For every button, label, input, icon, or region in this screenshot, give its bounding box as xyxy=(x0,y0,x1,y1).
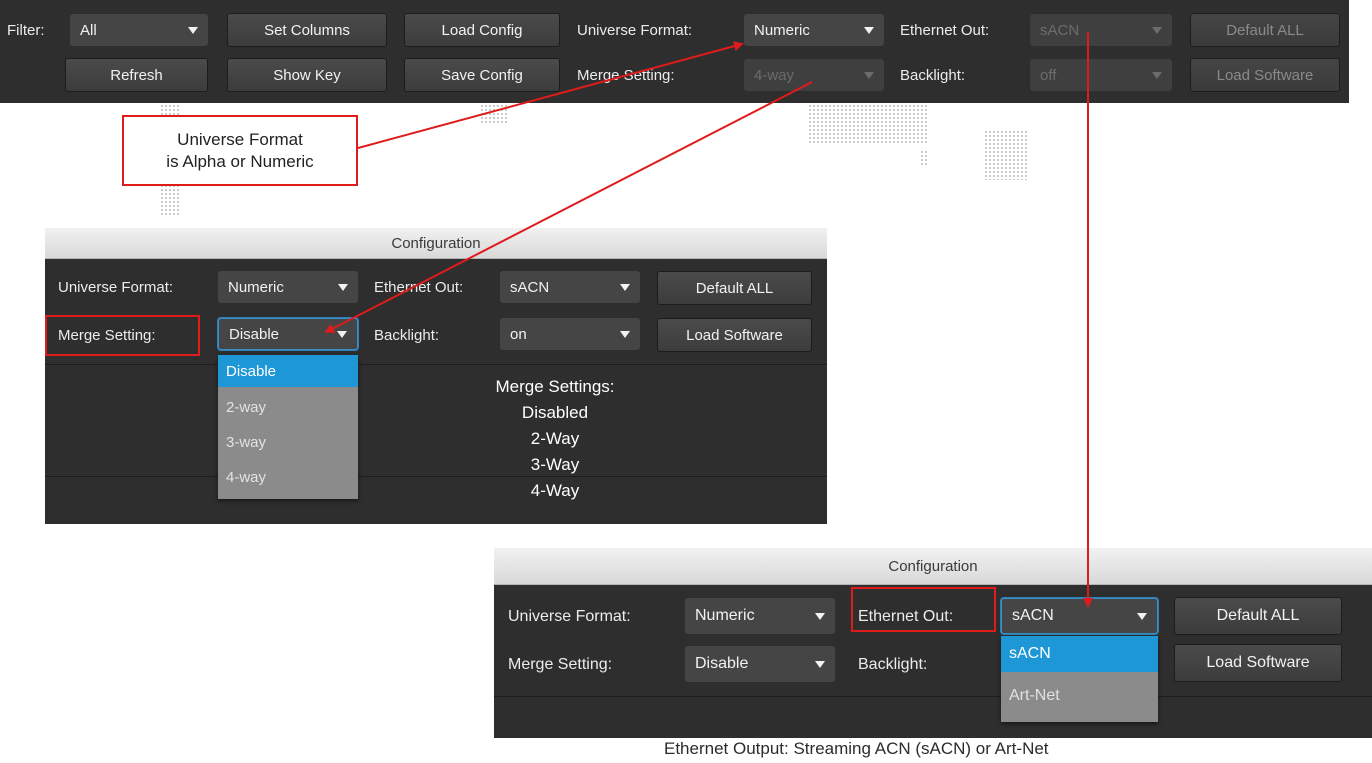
dropdown-option[interactable]: Art-Net xyxy=(1001,678,1158,714)
universe-format-select[interactable]: Numeric xyxy=(685,598,835,634)
universe-format-label: Universe Format: xyxy=(58,279,174,296)
backlight-select[interactable]: off xyxy=(1030,59,1172,91)
chevron-down-icon xyxy=(1152,27,1162,34)
filter-label: Filter: xyxy=(7,22,45,39)
ethernet-out-highlight-box xyxy=(851,587,996,632)
config-toolbar: Filter: All Set Columns Load Config Univ… xyxy=(0,0,1349,103)
merge-setting-highlight-box xyxy=(45,315,200,356)
divider xyxy=(45,364,827,365)
chevron-down-icon xyxy=(864,27,874,34)
configuration-panel-ethernet: Configuration Universe Format: Numeric E… xyxy=(494,548,1372,738)
chevron-down-icon xyxy=(1137,613,1147,620)
chevron-down-icon xyxy=(188,27,198,34)
show-key-button[interactable]: Show Key xyxy=(227,58,387,92)
chevron-down-icon xyxy=(815,613,825,620)
note-line: 2-Way xyxy=(530,429,580,448)
merge-setting-label: Merge Setting: xyxy=(508,656,613,673)
backlight-label: Backlight: xyxy=(374,327,440,344)
merge-setting-label: Merge Setting: xyxy=(577,67,675,84)
chevron-down-icon xyxy=(815,661,825,668)
default-all-button[interactable]: Default ALL xyxy=(1174,597,1342,635)
note-line: Merge Settings: xyxy=(495,377,615,396)
universe-format-value: Numeric xyxy=(754,21,810,39)
map-dots-decoration xyxy=(808,104,928,144)
ethernet-output-caption: Ethernet Output: Streaming ACN (sACN) or… xyxy=(664,739,1049,758)
default-all-button[interactable]: Default ALL xyxy=(1190,13,1340,47)
merge-setting-select[interactable]: Disable xyxy=(218,318,358,350)
chevron-down-icon xyxy=(864,72,874,79)
default-all-button[interactable]: Default ALL xyxy=(657,271,812,305)
ethernet-out-label: Ethernet Out: xyxy=(374,279,464,296)
backlight-value: off xyxy=(1040,66,1057,84)
refresh-button[interactable]: Refresh xyxy=(65,58,208,92)
chevron-down-icon xyxy=(338,284,348,291)
note-line: 4-Way xyxy=(530,481,580,500)
ethernet-out-value: sACN xyxy=(1012,607,1054,624)
panel-title: Configuration xyxy=(494,548,1372,585)
merge-setting-value: Disable xyxy=(695,655,749,672)
note-line: Disabled xyxy=(521,403,589,422)
panel-title: Configuration xyxy=(45,228,827,259)
ethernet-out-label: Ethernet Out: xyxy=(900,22,990,39)
divider xyxy=(45,476,827,477)
backlight-label: Backlight: xyxy=(858,656,928,673)
ethernet-out-dropdown: sACN Art-Net xyxy=(1001,636,1158,722)
dropdown-option[interactable]: 2-way xyxy=(218,391,358,423)
ethernet-out-select[interactable]: sACN xyxy=(1030,14,1172,46)
chevron-down-icon xyxy=(620,284,630,291)
load-config-button[interactable]: Load Config xyxy=(404,13,560,47)
load-software-button[interactable]: Load Software xyxy=(1174,644,1342,682)
load-software-button[interactable]: Load Software xyxy=(657,318,812,352)
merge-setting-value: 4-way xyxy=(754,66,795,84)
dropdown-option[interactable]: 4-way xyxy=(218,461,358,493)
dropdown-option[interactable]: Disable xyxy=(218,355,358,387)
divider xyxy=(494,696,1372,697)
universe-format-label: Universe Format: xyxy=(577,22,693,39)
load-software-button[interactable]: Load Software xyxy=(1190,58,1340,92)
map-dots-decoration xyxy=(480,104,508,124)
callout-line-1: Universe Format xyxy=(177,129,303,149)
filter-select-value: All xyxy=(80,21,97,39)
callout-line-2: is Alpha or Numeric xyxy=(166,151,314,171)
merge-setting-select[interactable]: 4-way xyxy=(744,59,884,91)
merge-setting-dropdown: Disable 2-way 3-way 4-way xyxy=(218,355,358,499)
universe-format-label: Universe Format: xyxy=(508,608,631,625)
map-dots-decoration xyxy=(920,150,928,166)
backlight-select[interactable]: on xyxy=(500,318,640,350)
ethernet-out-value: sACN xyxy=(510,278,550,296)
filter-select[interactable]: All xyxy=(70,14,208,46)
universe-format-select[interactable]: Numeric xyxy=(218,271,358,303)
backlight-label: Backlight: xyxy=(900,67,966,84)
universe-format-callout: Universe Format is Alpha or Numeric xyxy=(122,115,358,186)
map-dots-decoration xyxy=(984,130,1028,180)
dropdown-option[interactable]: sACN xyxy=(1001,636,1158,672)
universe-format-value: Numeric xyxy=(228,278,284,296)
note-line: 3-Way xyxy=(530,455,580,474)
ethernet-out-select[interactable]: sACN xyxy=(1001,598,1158,634)
ethernet-out-value: sACN xyxy=(1040,21,1080,39)
universe-format-value: Numeric xyxy=(695,607,755,624)
merge-setting-value: Disable xyxy=(229,325,280,343)
merge-settings-note: Merge Settings: Disabled 2-Way 3-Way 4-W… xyxy=(440,376,670,502)
universe-format-select[interactable]: Numeric xyxy=(744,14,884,46)
merge-setting-select[interactable]: Disable xyxy=(685,646,835,682)
dropdown-option[interactable]: 3-way xyxy=(218,426,358,458)
backlight-value: on xyxy=(510,325,527,343)
configuration-panel-merge: Configuration Universe Format: Numeric E… xyxy=(45,228,827,524)
chevron-down-icon xyxy=(337,331,347,338)
set-columns-button[interactable]: Set Columns xyxy=(227,13,387,47)
chevron-down-icon xyxy=(1152,72,1162,79)
chevron-down-icon xyxy=(620,331,630,338)
save-config-button[interactable]: Save Config xyxy=(404,58,560,92)
ethernet-out-select[interactable]: sACN xyxy=(500,271,640,303)
